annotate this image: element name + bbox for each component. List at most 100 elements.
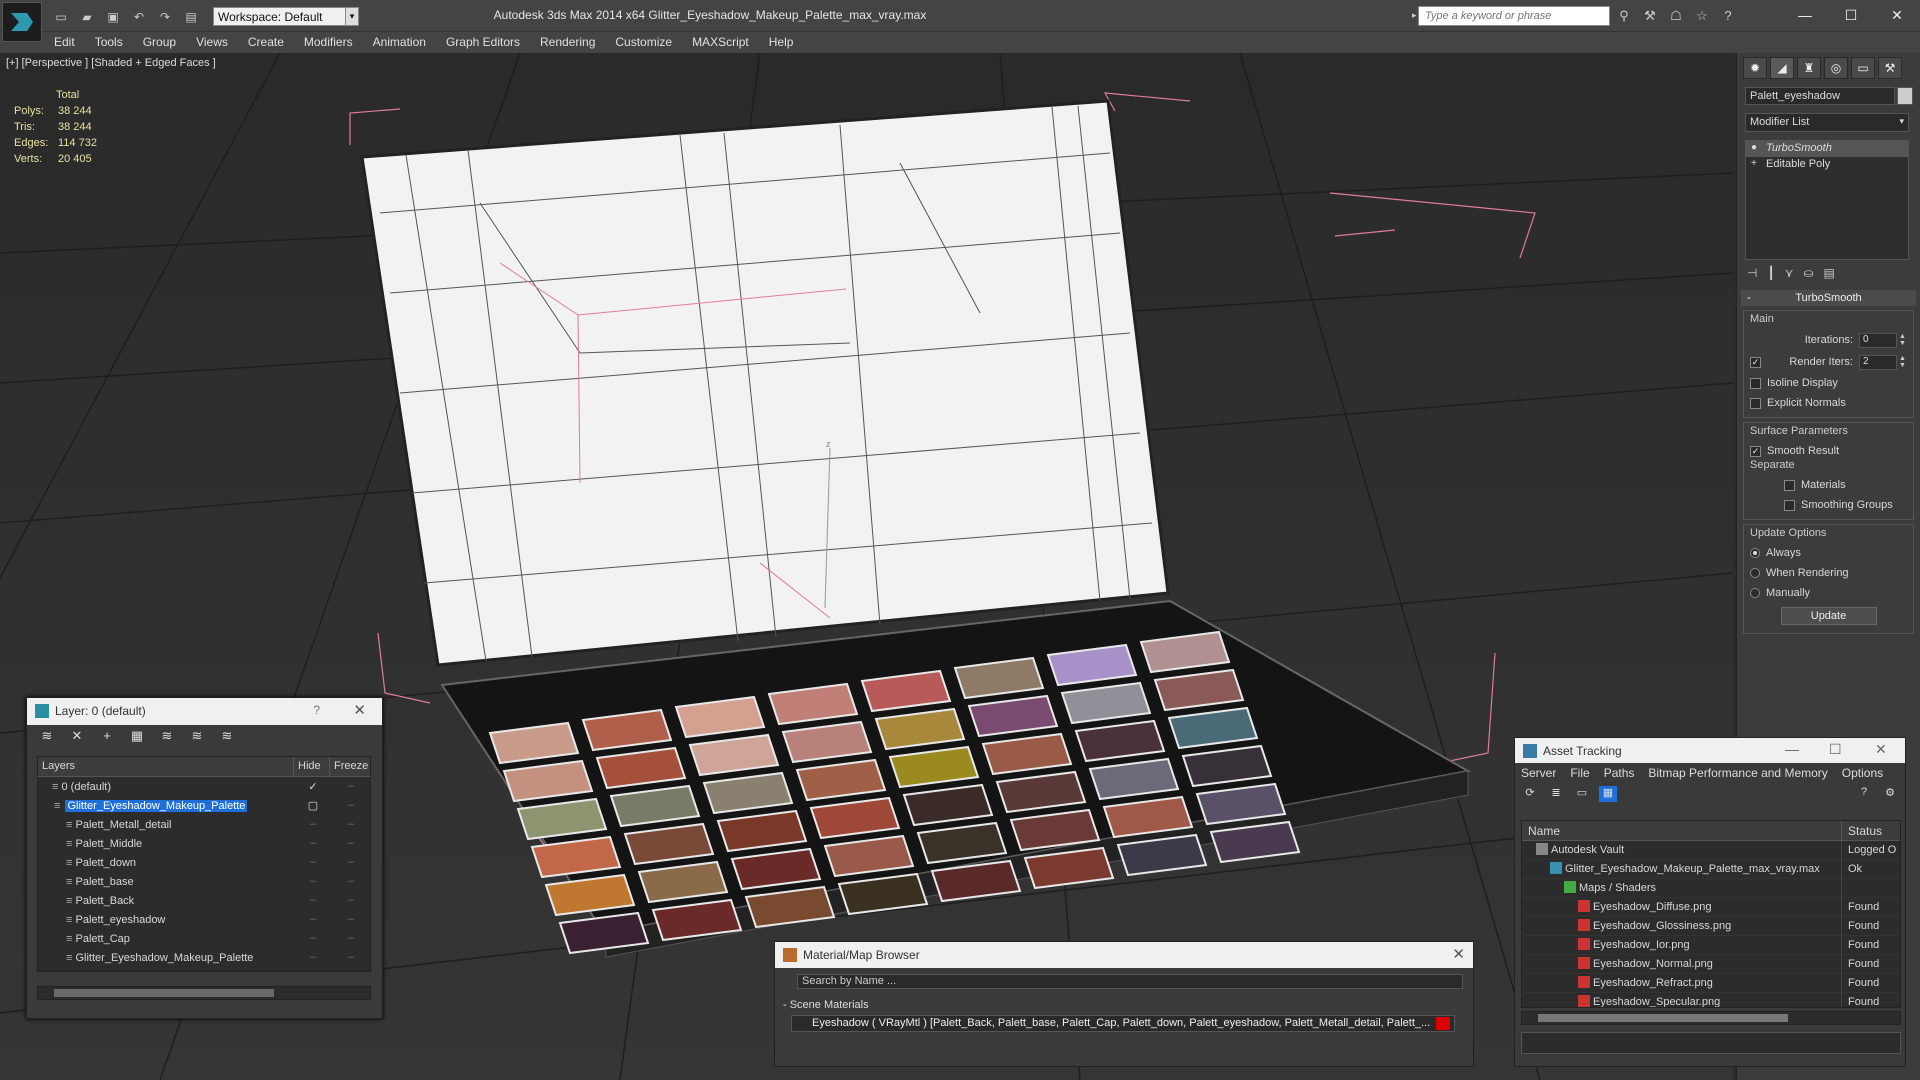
help-button[interactable]: ? bbox=[313, 703, 320, 717]
asset-row[interactable]: Maps / Shaders bbox=[1522, 878, 1900, 898]
expand-plus-icon[interactable]: + bbox=[1751, 158, 1757, 169]
layer-horizontal-scrollbar[interactable] bbox=[37, 986, 371, 1000]
select-objects-icon[interactable]: ▦ bbox=[127, 728, 147, 746]
col-freeze[interactable]: Freeze bbox=[330, 757, 370, 776]
freeze-all-layers-icon[interactable]: ≋ bbox=[217, 728, 237, 746]
hierarchy-tab-icon[interactable]: ♜ bbox=[1797, 57, 1821, 79]
help-search[interactable] bbox=[1418, 6, 1610, 26]
scrollbar-thumb[interactable] bbox=[54, 989, 274, 997]
help-icon[interactable]: ? bbox=[1855, 786, 1873, 802]
freeze-toggle[interactable]: ┄ bbox=[332, 894, 370, 907]
highlight-layer-icon[interactable]: ≋ bbox=[157, 728, 177, 746]
hide-all-layers-icon[interactable]: ≋ bbox=[187, 728, 207, 746]
freeze-toggle[interactable]: ┄ bbox=[332, 856, 370, 869]
help-icon[interactable]: ? bbox=[1718, 6, 1738, 26]
update-button[interactable]: Update bbox=[1780, 607, 1877, 625]
menu-item-edit[interactable]: Edit bbox=[44, 32, 85, 53]
asset-path-field[interactable] bbox=[1521, 1032, 1901, 1054]
lightbulb-icon[interactable]: ● bbox=[1751, 142, 1757, 153]
pin-stack-icon[interactable]: ⊣ bbox=[1747, 266, 1757, 280]
minimize-icon[interactable]: — bbox=[1785, 741, 1799, 757]
asset-row[interactable]: Autodesk Vault Logged O bbox=[1522, 840, 1900, 860]
spinner-arrows-icon[interactable]: ▲ ▼ bbox=[1899, 333, 1907, 347]
layer-row[interactable]: ≡ Palett_Middle ┄ ┄ bbox=[38, 834, 370, 853]
hide-toggle[interactable]: ┄ bbox=[294, 837, 332, 850]
list-view-icon[interactable]: ≣ bbox=[1547, 786, 1565, 802]
material-search-input[interactable]: Search by Name ... bbox=[797, 974, 1463, 989]
asset-row[interactable]: Glitter_Eyeshadow_Makeup_Palette_max_vra… bbox=[1522, 859, 1900, 879]
scene-materials-group[interactable]: - Scene Materials bbox=[783, 999, 1473, 1011]
freeze-toggle[interactable]: ┄ bbox=[332, 951, 370, 964]
menu-item-graph-editors[interactable]: Graph Editors bbox=[436, 32, 530, 53]
menu-item-group[interactable]: Group bbox=[133, 32, 186, 53]
asset-tracking-titlebar[interactable]: Asset Tracking — ☐ ✕ bbox=[1515, 738, 1905, 763]
viewport-label-menu[interactable]: [+] [Perspective ] [Shaded + Edged Faces… bbox=[6, 57, 216, 69]
iterations-spinner[interactable]: 0 bbox=[1859, 332, 1897, 348]
freeze-toggle[interactable]: ┄ bbox=[332, 818, 370, 831]
create-tab-icon[interactable]: ✹ bbox=[1743, 57, 1767, 79]
layer-row[interactable]: ≡ Palett_base ┄ ┄ bbox=[38, 872, 370, 891]
subscription-icon[interactable]: ⚒ bbox=[1640, 6, 1660, 26]
layer-row[interactable]: ≡ Palett_Metall_detail ┄ ┄ bbox=[38, 815, 370, 834]
spinner-arrows-icon[interactable]: ▲ ▼ bbox=[1899, 355, 1907, 369]
close-icon[interactable]: ✕ bbox=[1452, 945, 1465, 963]
hide-toggle[interactable]: ┄ bbox=[294, 875, 332, 888]
hide-toggle[interactable]: ┄ bbox=[294, 932, 332, 945]
menu-item-rendering[interactable]: Rendering bbox=[530, 32, 605, 53]
hide-toggle[interactable]: ┄ bbox=[294, 818, 332, 831]
menu-item-help[interactable]: Help bbox=[759, 32, 804, 53]
display-tab-icon[interactable]: ▭ bbox=[1851, 57, 1875, 79]
asset-menu-options[interactable]: Options bbox=[1842, 766, 1883, 780]
hide-toggle[interactable]: ┄ bbox=[294, 913, 332, 926]
stack-item-turbosmooth[interactable]: ● TurboSmooth bbox=[1746, 141, 1908, 157]
hide-toggle[interactable]: ┄ bbox=[294, 856, 332, 869]
layer-row[interactable]: ≡ 0 (default) ✓ ┄ bbox=[38, 777, 370, 796]
hide-toggle[interactable]: ▢ bbox=[294, 799, 332, 812]
stack-item-editable-poly[interactable]: + Editable Poly bbox=[1746, 157, 1908, 173]
freeze-toggle[interactable]: ┄ bbox=[332, 780, 370, 793]
asset-row[interactable]: Eyeshadow_Normal.png Found bbox=[1522, 954, 1900, 974]
material-row-eyeshadow[interactable]: Eyeshadow ( VRayMtl ) [Palett_Back, Pale… bbox=[791, 1015, 1455, 1032]
create-layer-icon[interactable]: ≋ bbox=[37, 728, 57, 746]
col-layers[interactable]: Layers bbox=[38, 757, 294, 776]
freeze-toggle[interactable]: ┄ bbox=[332, 913, 370, 926]
menu-item-create[interactable]: Create bbox=[238, 32, 294, 53]
asset-row[interactable]: Eyeshadow_Specular.png Found bbox=[1522, 992, 1900, 1007]
asset-menu-server[interactable]: Server bbox=[1521, 766, 1556, 780]
hide-toggle[interactable]: ┄ bbox=[294, 894, 332, 907]
layer-row[interactable]: ≡ Palett_eyeshadow ┄ ┄ bbox=[38, 910, 370, 929]
asset-menu-paths[interactable]: Paths bbox=[1604, 766, 1635, 780]
menu-item-views[interactable]: Views bbox=[186, 32, 238, 53]
hide-toggle[interactable]: ┄ bbox=[294, 951, 332, 964]
maximize-button[interactable]: ☐ bbox=[1828, 0, 1874, 30]
motion-tab-icon[interactable]: ◎ bbox=[1824, 57, 1848, 79]
freeze-toggle[interactable]: ┄ bbox=[332, 799, 370, 812]
menu-item-tools[interactable]: Tools bbox=[85, 32, 133, 53]
explicit-normals-checkbox[interactable] bbox=[1750, 397, 1761, 409]
favorites-star-icon[interactable]: ☆ bbox=[1692, 6, 1712, 26]
col-name[interactable]: Name bbox=[1522, 821, 1842, 840]
modify-tab-icon[interactable]: ◢ bbox=[1770, 57, 1794, 79]
maximize-icon[interactable]: ☐ bbox=[1829, 741, 1842, 758]
object-color-swatch[interactable] bbox=[1897, 87, 1913, 105]
manually-radio[interactable] bbox=[1750, 588, 1760, 598]
object-name-field[interactable]: Palett_eyeshadow bbox=[1745, 87, 1895, 105]
configure-modifier-sets-icon[interactable]: ▤ bbox=[1824, 266, 1835, 280]
col-status[interactable]: Status bbox=[1842, 821, 1900, 840]
asset-menu-file[interactable]: File bbox=[1570, 766, 1589, 780]
freeze-toggle[interactable]: ┄ bbox=[332, 875, 370, 888]
close-icon[interactable]: ✕ bbox=[353, 701, 366, 719]
close-icon[interactable]: ✕ bbox=[1875, 741, 1887, 758]
show-end-result-icon[interactable]: ┃ bbox=[1767, 266, 1774, 280]
settings-icon[interactable]: ⚙ bbox=[1881, 786, 1899, 802]
render-iters-spinner[interactable]: 2 bbox=[1859, 354, 1897, 370]
layer-row[interactable]: ≡ Palett_down ┄ ┄ bbox=[38, 853, 370, 872]
help-search-input[interactable] bbox=[1419, 7, 1609, 25]
turbosmooth-rollout-header[interactable]: - TurboSmooth bbox=[1741, 290, 1916, 306]
layer-row[interactable]: ≡ Glitter_Eyeshadow_Makeup_Palette ▢ ┄ bbox=[38, 796, 370, 815]
asset-horizontal-scrollbar[interactable] bbox=[1521, 1011, 1901, 1025]
material-browser-titlebar[interactable]: Material/Map Browser ✕ bbox=[775, 942, 1473, 968]
render-iters-checkbox[interactable]: ✓ bbox=[1750, 356, 1761, 368]
asset-row[interactable]: Eyeshadow_Refract.png Found bbox=[1522, 973, 1900, 993]
table-view-icon[interactable]: ▦ bbox=[1599, 786, 1617, 802]
